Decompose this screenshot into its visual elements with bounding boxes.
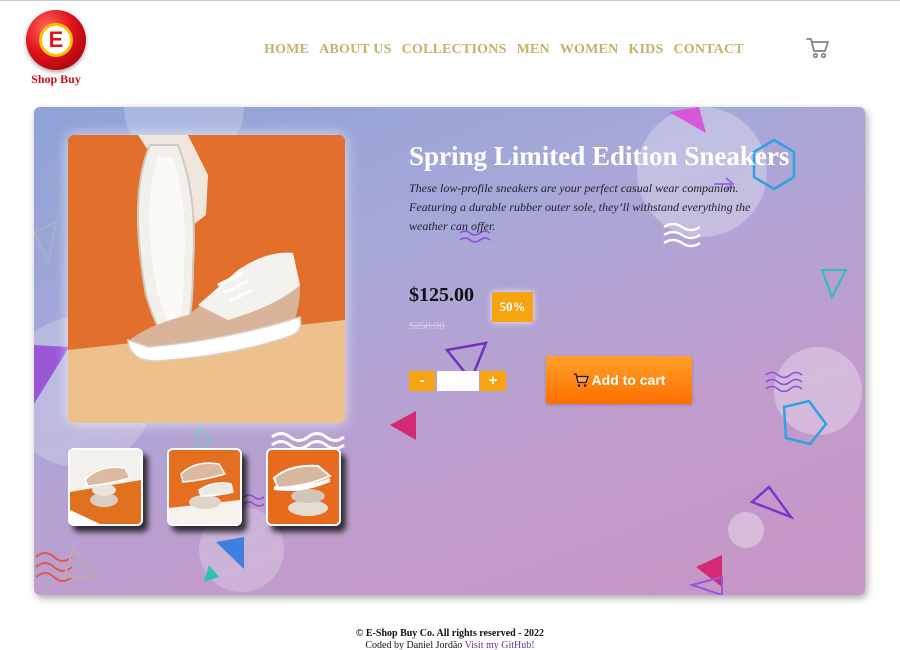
footer: © E-Shop Buy Co. All rights reserved - 2… [0,628,900,650]
nav-item-contact[interactable]: CONTACT [673,42,743,58]
quantity-input[interactable] [437,371,479,391]
product-card: Spring Limited Edition Sneakers These lo… [34,107,865,595]
sneaker-main-image [68,135,345,423]
top-border [0,0,900,1]
original-price: $250.00 [409,320,445,332]
nav-item-women[interactable]: WOMEN [560,42,619,58]
nav-item-collections[interactable]: COLLECTIONS [402,42,507,58]
footer-coded-by: Coded by Daniel Jordão [365,640,463,650]
footer-credits: Coded by Daniel Jordão Visit my GitHub! [0,640,900,650]
nav-item-home[interactable]: HOME [264,42,309,58]
logo-letter: E [39,23,73,57]
cart-icon[interactable] [806,37,830,59]
cart-icon [573,372,589,387]
product-description: These low-profile sneakers are your perf… [409,181,751,233]
github-link[interactable]: Visit my GitHub! [465,640,535,650]
brand-logo[interactable]: E Shop Buy [22,10,90,90]
nav-item-about-us[interactable]: ABOUT US [319,42,392,58]
sneaker-thumbnail-1[interactable] [68,448,143,526]
main-nav: HOME ABOUT US COLLECTIONS MEN WOMEN KIDS… [264,42,744,58]
product-title: Spring Limited Edition Sneakers [409,141,790,171]
discount-badge: 50% [492,292,533,322]
nav-item-kids[interactable]: KIDS [628,42,663,58]
sneaker-thumbnail-2[interactable] [167,448,242,526]
product-price: $125.00 [409,284,474,306]
nav-item-men[interactable]: MEN [517,42,550,58]
quantity-decrease-button[interactable]: - [409,371,435,391]
footer-copyright: © E-Shop Buy Co. All rights reserved - 2… [355,628,545,639]
sneaker-thumbnail-3[interactable] [266,448,341,526]
quantity-increase-button[interactable]: + [480,371,506,391]
add-to-cart-button[interactable]: Add to cart [546,356,692,404]
logo-text: Shop Buy [31,72,81,86]
add-to-cart-label: Add to cart [591,372,666,388]
